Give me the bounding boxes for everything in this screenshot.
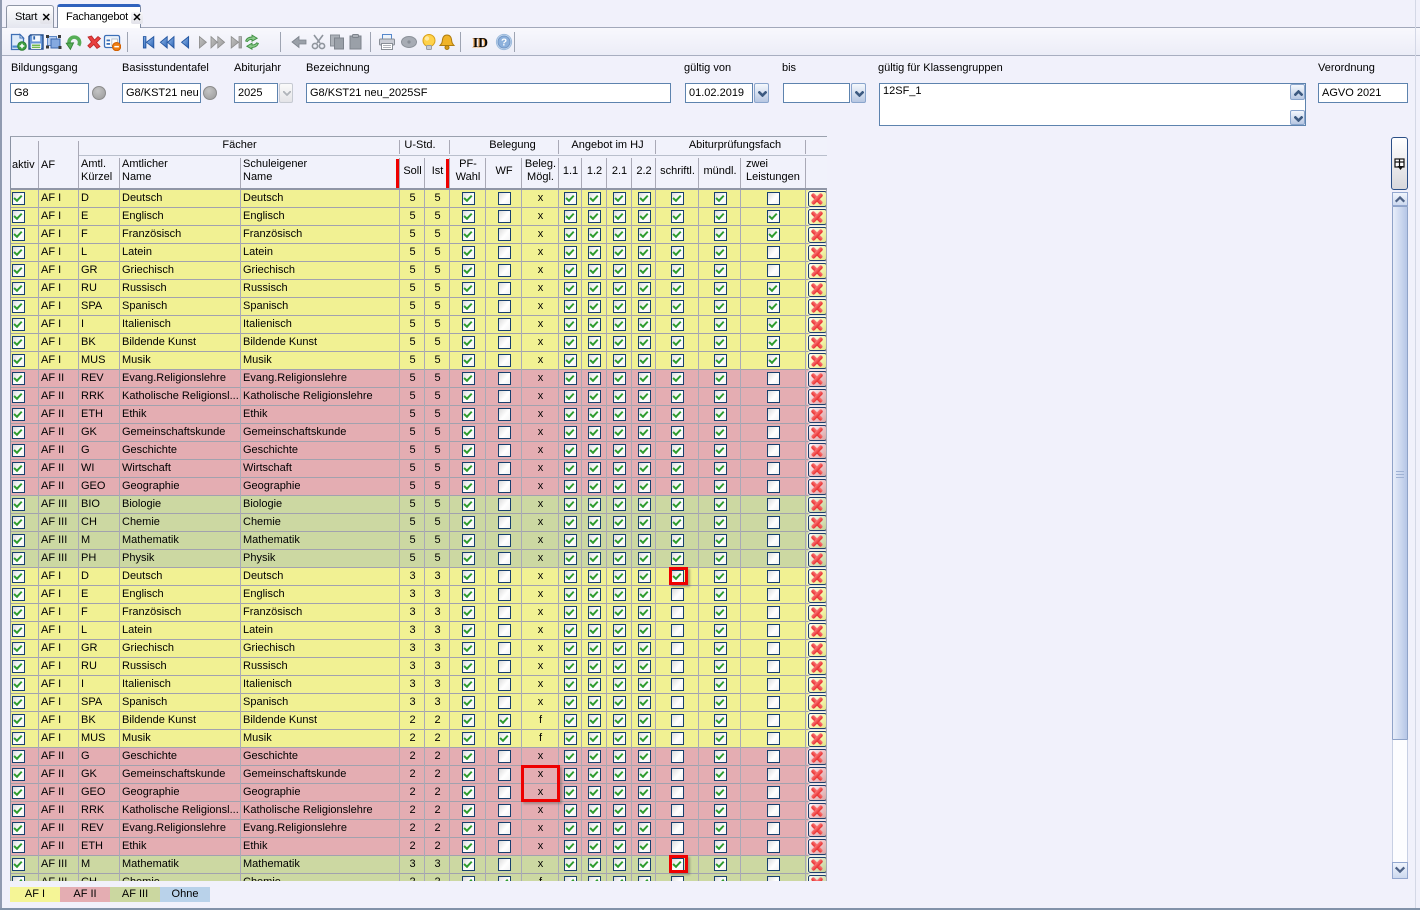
- svg-text:?: ?: [501, 38, 507, 49]
